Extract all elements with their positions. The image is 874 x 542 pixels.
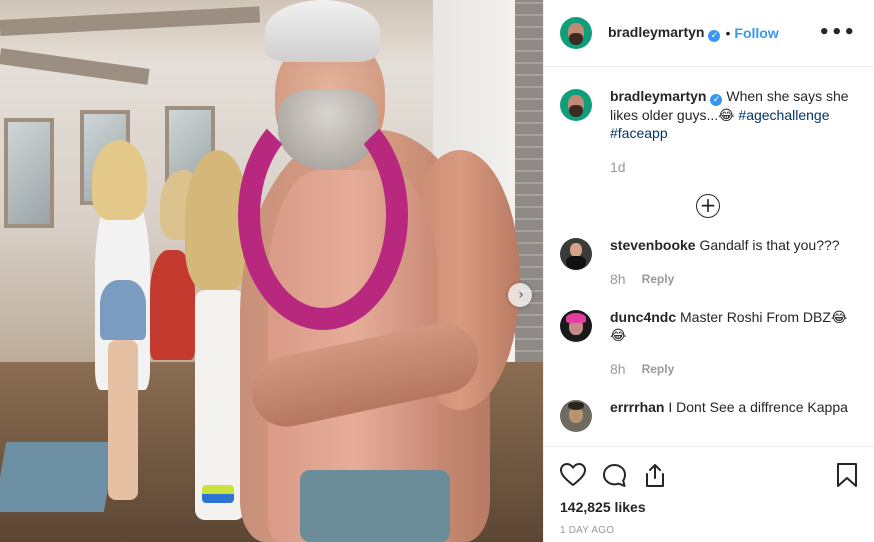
caption: bradleymartyn ✓ When she says she likes o… bbox=[560, 87, 856, 176]
more-options-icon[interactable]: ••• bbox=[818, 24, 856, 42]
separator-dot: • bbox=[725, 25, 731, 41]
author-username[interactable]: bradleymartyn ✓ bbox=[608, 24, 721, 42]
comment-username[interactable]: dunc4ndc bbox=[610, 309, 676, 325]
heart-icon[interactable] bbox=[560, 463, 586, 487]
comment-meta: 8h Reply bbox=[610, 360, 856, 378]
commenter-avatar[interactable] bbox=[560, 400, 592, 432]
hashtag-link[interactable]: #faceapp bbox=[610, 125, 668, 141]
bookmark-icon[interactable] bbox=[836, 462, 858, 488]
photo-person-legs bbox=[108, 340, 138, 500]
author-avatar[interactable] bbox=[560, 17, 592, 49]
post-timestamp[interactable]: 1 DAY AGO bbox=[560, 525, 858, 536]
photo-person-hair bbox=[92, 140, 147, 220]
comment-body: stevenbooke Gandalf is that you??? 8h Re… bbox=[610, 236, 840, 288]
comment-item: errrrhan I Dont See a diffrence Kappa bbox=[560, 398, 856, 432]
comment-username[interactable]: errrrhan bbox=[610, 399, 664, 415]
photo-cap bbox=[265, 0, 380, 62]
photo-wristband bbox=[202, 485, 234, 503]
caption-time[interactable]: 1d bbox=[610, 158, 626, 176]
comment-time[interactable]: 8h bbox=[610, 270, 626, 288]
photo-shorts bbox=[300, 470, 450, 542]
plus-icon: + bbox=[699, 193, 717, 217]
post-photo[interactable]: › bbox=[0, 0, 543, 542]
commenter-avatar[interactable] bbox=[560, 238, 592, 270]
post-header: bradleymartyn ✓ • Follow ••• bbox=[544, 0, 874, 67]
caption-username[interactable]: bradleymartyn bbox=[610, 88, 706, 104]
chevron-right-icon: › bbox=[518, 287, 524, 303]
caption-meta: 1d bbox=[610, 158, 856, 176]
comment-text: Gandalf is that you??? bbox=[699, 237, 840, 253]
likes-count[interactable]: 142,825 likes bbox=[560, 499, 858, 515]
comment-username[interactable]: stevenbooke bbox=[610, 237, 696, 253]
comment-item: dunc4ndc Master Roshi From DBZ😂😂 8h Repl… bbox=[560, 308, 856, 378]
post-actions: 142,825 likes 1 DAY AGO bbox=[544, 446, 874, 542]
reply-button[interactable]: Reply bbox=[642, 360, 675, 378]
comment-icon[interactable] bbox=[602, 463, 627, 488]
action-icons bbox=[560, 455, 858, 495]
follow-button[interactable]: Follow bbox=[734, 25, 778, 41]
next-photo-button[interactable]: › bbox=[508, 283, 532, 307]
post-side-panel: bradleymartyn ✓ • Follow ••• bradleymarty… bbox=[543, 0, 874, 542]
photo-flower-lei bbox=[238, 100, 408, 330]
verified-badge-icon: ✓ bbox=[710, 94, 723, 106]
caption-avatar[interactable] bbox=[560, 89, 592, 121]
caption-body: bradleymartyn ✓ When she says she likes o… bbox=[610, 87, 856, 176]
commenter-avatar[interactable] bbox=[560, 310, 592, 342]
load-more-comments-button[interactable]: + bbox=[696, 194, 720, 218]
instagram-post: › bradleymartyn ✓ • Follow ••• bradleymar… bbox=[0, 0, 874, 542]
author-username-text[interactable]: bradleymartyn bbox=[608, 24, 704, 40]
reply-button[interactable]: Reply bbox=[642, 270, 675, 288]
hashtag-link[interactable]: #agechallenge bbox=[738, 107, 829, 123]
comment-text: I Dont See a diffrence Kappa bbox=[668, 399, 848, 415]
comment-body: errrrhan I Dont See a diffrence Kappa bbox=[610, 398, 848, 432]
verified-badge-icon: ✓ bbox=[708, 30, 721, 42]
share-icon[interactable] bbox=[643, 463, 667, 488]
comment-time[interactable]: 8h bbox=[610, 360, 626, 378]
photo-mirror bbox=[4, 118, 54, 228]
comments-list[interactable]: bradleymartyn ✓ When she says she likes o… bbox=[544, 67, 874, 446]
photo-rug bbox=[0, 442, 117, 512]
comment-item: stevenbooke Gandalf is that you??? 8h Re… bbox=[560, 236, 856, 288]
photo-person-shorts bbox=[100, 280, 146, 340]
comment-meta: 8h Reply bbox=[610, 270, 840, 288]
comment-body: dunc4ndc Master Roshi From DBZ😂😂 8h Repl… bbox=[610, 308, 856, 378]
